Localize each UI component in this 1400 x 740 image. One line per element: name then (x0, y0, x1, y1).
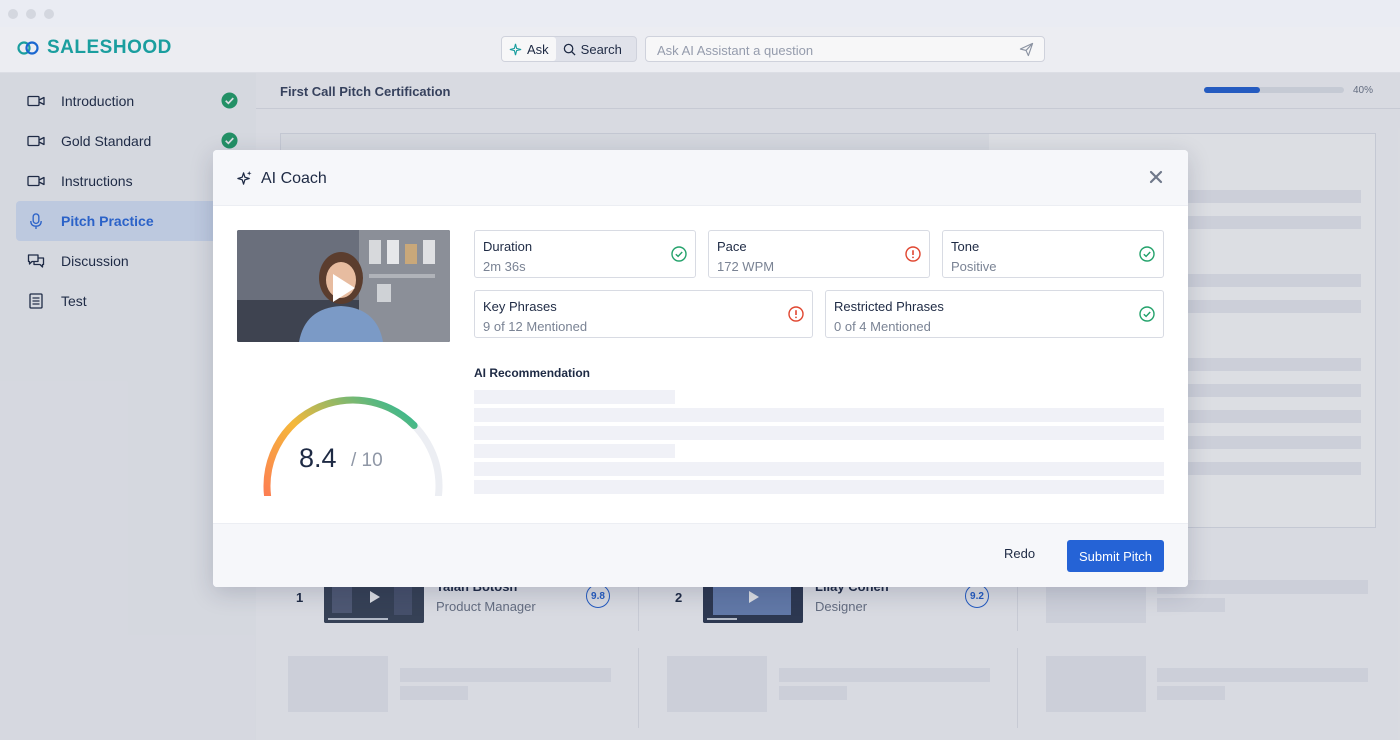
metric-label: Restricted Phrases (834, 299, 944, 314)
modal-title: AI Coach (261, 170, 327, 187)
metric-value: 172 WPM (717, 259, 775, 274)
sparkle-icon (237, 170, 252, 185)
gauge-fill (263, 396, 418, 496)
warning-circle-icon (905, 246, 921, 262)
window-dot (8, 9, 18, 19)
metric-value: 2m 36s (483, 259, 526, 274)
metric-label: Key Phrases (483, 299, 557, 314)
metric-card-tone: Tone Positive (942, 230, 1164, 278)
check-circle-icon (1139, 306, 1155, 322)
metric-card-duration: Duration 2m 36s (474, 230, 696, 278)
recommendation-placeholder-line (474, 390, 675, 404)
modal-footer: Redo Submit Pitch (213, 523, 1188, 587)
modal-backdrop-header (0, 27, 1400, 73)
pitch-video-thumbnail (237, 230, 450, 342)
metric-label: Duration (483, 239, 533, 254)
ai-recommendation-heading: AI Recommendation (474, 366, 591, 380)
metric-card-restricted-phrases: Restricted Phrases 0 of 4 Mentioned (825, 290, 1164, 338)
metric-label: Pace (717, 239, 747, 254)
window-dot (44, 9, 54, 19)
window-titlebar (0, 0, 1400, 27)
recommendation-placeholder-line (474, 462, 1164, 476)
ai-coach-modal: AI Coach Duration 2m 36s Pace 172 WPM To… (213, 150, 1188, 587)
submit-pitch-button[interactable]: Submit Pitch (1067, 540, 1164, 572)
score-gauge (263, 396, 443, 496)
metric-value: 9 of 12 Mentioned (483, 319, 588, 334)
recommendation-placeholder-line (474, 426, 1164, 440)
warning-circle-icon (788, 306, 804, 322)
metric-label: Tone (951, 239, 980, 254)
metric-card-pace: Pace 172 WPM (708, 230, 930, 278)
check-circle-icon (671, 246, 687, 262)
check-circle-icon (1139, 246, 1155, 262)
close-icon[interactable] (1148, 169, 1164, 185)
modal-header: AI Coach (213, 150, 1188, 206)
window-dot (26, 9, 36, 19)
recommendation-placeholder-line (474, 408, 1164, 422)
pitch-video-player[interactable] (237, 230, 450, 342)
metric-value: 0 of 4 Mentioned (834, 319, 931, 334)
score-value: 8.4 (299, 443, 337, 473)
metric-card-key-phrases: Key Phrases 9 of 12 Mentioned (474, 290, 813, 338)
score-max: / 10 (351, 450, 383, 471)
recommendation-placeholder-line (474, 444, 675, 458)
redo-button[interactable]: Redo (1004, 546, 1035, 561)
recommendation-placeholder-line (474, 480, 1164, 494)
gauge-track (263, 396, 443, 496)
metric-value: Positive (951, 259, 997, 274)
